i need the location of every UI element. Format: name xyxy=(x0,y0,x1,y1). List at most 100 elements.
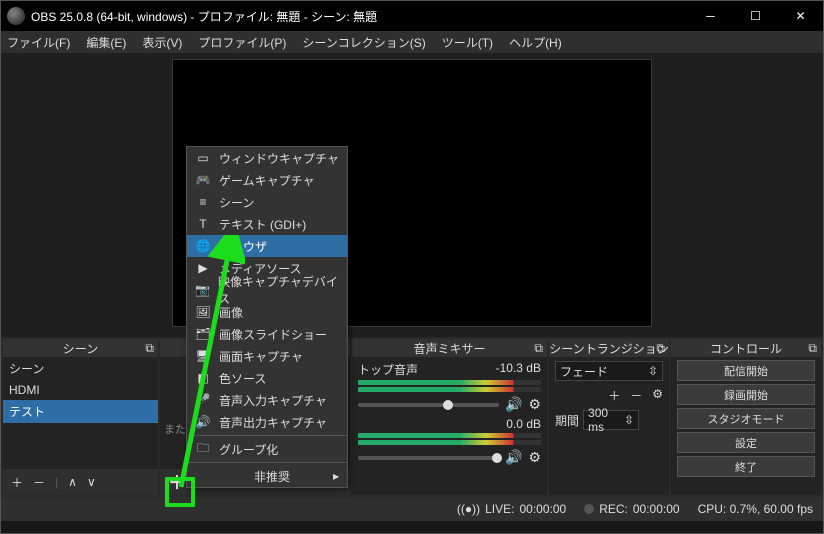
menu-item[interactable]: 📷映像キャプチャデバイス xyxy=(187,279,347,301)
popout-icon[interactable]: ⧉ xyxy=(656,341,665,356)
menu-item-icon: T xyxy=(195,217,211,231)
menu-item-label: 画面キャプチャ xyxy=(219,348,303,365)
menu-item-icon: ▶ xyxy=(195,261,211,275)
volume-slider[interactable] xyxy=(358,456,499,460)
dock-controls-title: コントロール xyxy=(710,340,782,357)
chevron-right-icon: ▸ xyxy=(333,469,339,483)
titlebar: OBS 25.0.8 (64-bit, windows) - プロファイル: 無… xyxy=(1,1,823,31)
menu-tools[interactable]: ツール(T) xyxy=(442,34,493,51)
scene-remove-button[interactable]: － xyxy=(33,474,45,491)
gear-icon[interactable]: ⚙ xyxy=(528,396,541,413)
menu-item-label: 色ソース xyxy=(219,370,266,387)
menu-item[interactable]: 🌐 ブラウザ xyxy=(187,235,347,257)
status-cpu-text: CPU: 0.7%, 60.00 fps xyxy=(698,502,813,516)
menu-item-label: シーン xyxy=(219,194,254,211)
control-button[interactable]: 配信開始 xyxy=(677,360,815,381)
scene-down-button[interactable]: ∨ xyxy=(87,475,96,489)
audio-meter xyxy=(358,387,541,392)
transition-duration-value: 300 ms xyxy=(588,406,624,434)
scene-item[interactable]: HDMI xyxy=(3,380,158,400)
transition-add-button[interactable]: ＋ xyxy=(608,387,620,404)
status-live: ((●)) LIVE: 00:00:00 xyxy=(457,502,566,516)
window-title: OBS 25.0.8 (64-bit, windows) - プロファイル: 無… xyxy=(31,8,688,25)
dock-scenes-title: シーン xyxy=(63,340,98,357)
audio-meter xyxy=(358,380,541,385)
scene-item[interactable]: シーン xyxy=(3,357,158,380)
scene-add-button[interactable]: ＋ xyxy=(11,474,23,491)
popout-icon[interactable]: ⧉ xyxy=(534,341,543,356)
menu-item[interactable]: 🎮 ゲームキャプチャ xyxy=(187,169,347,191)
live-icon: ((●)) xyxy=(457,502,480,516)
menu-item[interactable]: 🗀 グループ化 xyxy=(187,438,347,460)
menu-item-icon: 🖼 xyxy=(195,305,211,319)
control-button[interactable]: 設定 xyxy=(677,432,815,453)
menu-item-label: ブラウザ xyxy=(219,238,267,255)
transition-gear-button[interactable]: ⚙ xyxy=(652,387,663,404)
menu-view[interactable]: 表示(V) xyxy=(142,34,182,51)
menu-item-icon: 🌐 xyxy=(195,239,211,253)
speaker-icon[interactable]: 🔊 xyxy=(505,396,522,413)
audio-meter xyxy=(358,433,541,438)
scenes-list[interactable]: シーンHDMIテスト xyxy=(3,357,158,469)
gear-icon[interactable]: ⚙ xyxy=(528,449,541,466)
dock-controls: コントロール ⧉ 配信開始録画開始スタジオモード設定終了 xyxy=(671,339,821,495)
menu-edit[interactable]: 編集(E) xyxy=(86,34,126,51)
menu-item[interactable]: 🗂画像スライドショー xyxy=(187,323,347,345)
status-live-label: LIVE: xyxy=(485,502,514,516)
menu-item[interactable]: ≡ シーン xyxy=(187,191,347,213)
menu-item-label: 画像スライドショー xyxy=(219,326,327,343)
menu-item[interactable]: ◧色ソース xyxy=(187,367,347,389)
minimize-button[interactable]: ─ xyxy=(688,1,733,31)
menu-item-icon: ≡ xyxy=(195,195,211,209)
control-button[interactable]: スタジオモード xyxy=(677,408,815,429)
mixer-channel: トップ音声-10.3 dB 🔊 ⚙ xyxy=(352,357,547,413)
source-add-button[interactable]: ＋ xyxy=(168,469,186,495)
control-button[interactable]: 録画開始 xyxy=(677,384,815,405)
scene-up-button[interactable]: ∧ xyxy=(68,475,77,489)
status-rec: REC: 00:00:00 xyxy=(584,502,679,516)
menu-item-label: ウィンドウキャプチャ xyxy=(219,150,339,167)
menu-item-label: 非推奨 xyxy=(254,468,290,485)
menu-item-label: ゲームキャプチャ xyxy=(219,172,315,189)
status-rec-label: REC: xyxy=(599,502,628,516)
menu-item-label: 音声入力キャプチャ xyxy=(219,392,327,409)
menu-profile[interactable]: プロファイル(P) xyxy=(198,34,286,51)
menu-help[interactable]: ヘルプ(H) xyxy=(509,34,562,51)
popout-icon[interactable]: ⧉ xyxy=(808,341,817,356)
transition-select[interactable]: フェード ⇳ xyxy=(555,361,663,381)
menu-item-icon: 🎮 xyxy=(195,173,211,187)
menu-item[interactable]: 🖥画面キャプチャ xyxy=(187,345,347,367)
chevron-updown-icon: ⇳ xyxy=(648,364,658,378)
scenes-toolbar: ＋ － | ∧ ∨ xyxy=(3,469,158,495)
transition-remove-button[interactable]: － xyxy=(630,387,642,404)
dock-controls-header: コントロール ⧉ xyxy=(671,339,821,357)
popout-icon[interactable]: ⧉ xyxy=(145,341,154,356)
add-source-menu[interactable]: ▭ウィンドウキャプチャ 🎮 ゲームキャプチャ ≡ シーン Tテキスト (GDI+) 🌐 ブラウ… xyxy=(186,146,348,488)
menu-item[interactable]: 🎤音声入力キャプチャ xyxy=(187,389,347,411)
menu-item[interactable]: Tテキスト (GDI+) xyxy=(187,213,347,235)
menu-item[interactable]: 非推奨 ▸ xyxy=(187,465,347,487)
dock-scenes-header: シーン ⧉ xyxy=(3,339,158,357)
dock-mixer-header: 音声ミキサー ⧉ xyxy=(352,339,547,357)
channel-db: -10.3 dB xyxy=(496,361,541,378)
menu-scene-collection[interactable]: シーンコレクション(S) xyxy=(302,34,425,51)
close-button[interactable]: ✕ xyxy=(778,1,823,31)
rec-dot-icon xyxy=(584,504,594,514)
menu-item-label: グループ化 xyxy=(219,441,278,458)
menu-item-icon: 🗀 xyxy=(195,439,211,460)
preview-area xyxy=(1,53,823,337)
speaker-icon[interactable]: 🔊 xyxy=(505,449,522,466)
menu-item[interactable]: 🔊音声出力キャプチャ xyxy=(187,411,347,433)
control-button[interactable]: 終了 xyxy=(677,456,815,477)
maximize-button[interactable]: ☐ xyxy=(733,1,778,31)
scene-item[interactable]: テスト xyxy=(3,400,158,423)
transition-duration-input[interactable]: 300 ms ⇳ xyxy=(583,410,639,430)
volume-slider[interactable] xyxy=(358,403,499,407)
controls-body: 配信開始録画開始スタジオモード設定終了 xyxy=(671,357,821,495)
menu-item[interactable]: ▭ウィンドウキャプチャ xyxy=(187,147,347,169)
dock-mixer: 音声ミキサー ⧉ トップ音声-10.3 dB 🔊 ⚙ 0.0 dB 🔊 ⚙ xyxy=(352,339,547,495)
chevron-updown-icon: ⇳ xyxy=(624,413,634,427)
menu-file[interactable]: ファイル(F) xyxy=(7,34,70,51)
docks: シーン ⧉ シーンHDMIテスト ＋ － | ∧ ∨ ソース ⧉ または ＋ －… xyxy=(1,337,823,497)
transition-value: フェード xyxy=(560,363,608,380)
